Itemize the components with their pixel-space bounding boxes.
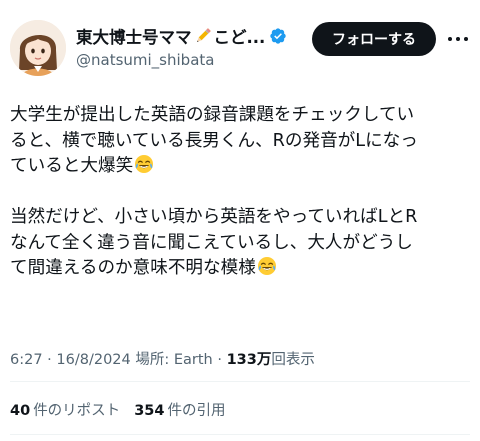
tweet-line: て間違えるのか意味不明な模様	[10, 256, 472, 282]
tweet-paragraph-2: 当然だけど、小さい頃から英語をやっていればLとR なんて全く違う音に聞こえている…	[10, 205, 472, 282]
name-row[interactable]: 東大博士号ママ こど...	[76, 24, 287, 48]
tweet-location: 場所: Earth	[135, 352, 213, 368]
views-label: 回表示	[271, 352, 315, 368]
tweet-time[interactable]: 6:27	[10, 352, 43, 368]
quotes-label: 件の引用	[167, 403, 226, 419]
more-icon[interactable]	[444, 27, 472, 51]
tweet-meta: 6:27 · 16/8/2024 場所: Earth · 133万回表示	[10, 348, 315, 369]
meta-separator: ·	[217, 352, 222, 368]
user-handle[interactable]: @natsumi_shibata	[76, 51, 214, 69]
tweet-text: 大学生が提出した英語の録音課題をチェックしてい ると、横で聴いている長男くん、R…	[10, 103, 472, 282]
tweet-line: ていると大爆笑	[10, 154, 472, 180]
reposts-stat[interactable]: 40 件のリポスト	[10, 399, 120, 420]
pencil-icon	[193, 26, 213, 46]
divider	[10, 434, 470, 435]
face-with-tears-of-joy-icon	[134, 154, 154, 174]
display-name[interactable]: 東大博士号ママ	[76, 24, 192, 48]
tweet-stats: 40 件のリポスト 354 件の引用	[10, 399, 225, 420]
display-name-tail[interactable]: こど...	[214, 24, 266, 48]
quotes-count: 354	[134, 403, 165, 419]
quotes-stat[interactable]: 354 件の引用	[134, 399, 225, 420]
tweet-line-text: て間違えるのか意味不明な模様	[10, 258, 256, 278]
tweet-line: なんて全く違う音に聞こえているし、大人がどうし	[10, 232, 413, 253]
reposts-label: 件のリポスト	[33, 403, 121, 419]
verified-badge-icon	[269, 27, 287, 45]
meta-separator: ·	[47, 352, 52, 368]
avatar[interactable]	[10, 20, 66, 76]
follow-button[interactable]: フォローする	[312, 22, 436, 56]
tweet-paragraph-1: 大学生が提出した英語の録音課題をチェックしてい ると、横で聴いている長男くん、R…	[10, 103, 472, 180]
reposts-count: 40	[10, 403, 31, 419]
tweet-header: 東大博士号ママ こど... @natsumi_shibata フォローする	[0, 0, 480, 90]
tweet-line: ると、横で聴いている長男くん、Rの発音がLになっ	[10, 130, 418, 151]
avatar-illustration	[10, 20, 66, 76]
tweet-line: 当然だけど、小さい頃から英語をやっていればLとR	[10, 207, 418, 227]
tweet-line-text: ていると大爆笑	[10, 156, 134, 176]
tweet-date[interactable]: 16/8/2024	[56, 352, 130, 368]
face-with-tears-of-joy-icon	[257, 256, 277, 276]
divider	[10, 381, 470, 382]
views-count: 133万	[226, 352, 272, 368]
tweet-line: 大学生が提出した英語の録音課題をチェックしてい	[10, 105, 415, 125]
